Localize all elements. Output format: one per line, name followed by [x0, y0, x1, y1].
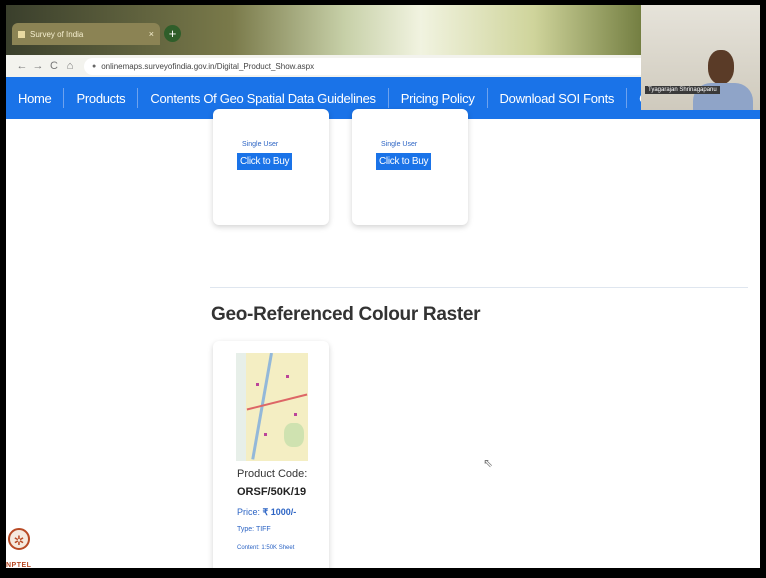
nav-guidelines[interactable]: Contents Of Geo Spatial Data Guidelines — [138, 91, 387, 106]
presenter-name-label: Tyagarajan Shrinagapanu — [645, 86, 720, 94]
tab-title: Survey of India — [30, 29, 84, 39]
screen-frame: Survey of India × + ← → C ⌂ ● onlinemaps… — [6, 5, 760, 568]
lock-icon: ● — [92, 62, 97, 70]
click-to-buy-button[interactable]: Click to Buy — [376, 153, 432, 170]
product-code-value: ORSF/50K/19 — [237, 486, 307, 498]
price-value: ₹ 1000/- — [262, 507, 297, 517]
url-text: onlinemaps.surveyofindia.gov.in/Digital_… — [101, 61, 315, 71]
tab-close-icon[interactable]: × — [149, 29, 154, 39]
forward-icon[interactable]: → — [30, 60, 46, 72]
product-content: Content: 1:50K Sheet — [237, 545, 295, 551]
page-content: Single User Click to Buy Single User Cli… — [6, 109, 760, 568]
new-tab-button[interactable]: + — [164, 25, 181, 42]
product-card: Single User Click to Buy — [352, 109, 468, 225]
section-divider — [210, 287, 748, 288]
nav-download-fonts[interactable]: Download SOI Fonts — [488, 91, 627, 106]
user-type: Single User — [381, 141, 418, 148]
favicon-icon — [18, 30, 25, 38]
webcam-overlay: Tyagarajan Shrinagapanu — [641, 5, 760, 110]
product-card: Product Code: ORSF/50K/19 Price: ₹ 1000/… — [213, 341, 329, 568]
nav-pricing-policy[interactable]: Pricing Policy — [389, 91, 487, 106]
nav-home[interactable]: Home — [6, 91, 63, 106]
mouse-cursor-icon: ⇖ — [483, 456, 494, 470]
user-type: Single User — [242, 141, 279, 148]
nptel-logo: ✲ NPTEL — [3, 528, 33, 573]
price: Price: ₹ 1000/- — [237, 507, 296, 518]
map-thumbnail[interactable] — [236, 353, 308, 461]
nav-products[interactable]: Products — [64, 91, 137, 106]
nptel-wheel-icon: ✲ — [8, 528, 30, 550]
section-title: Geo-Referenced Colour Raster — [211, 304, 481, 325]
price-label: Price: — [237, 507, 261, 517]
browser-tab[interactable]: Survey of India × — [12, 23, 160, 45]
click-to-buy-button[interactable]: Click to Buy — [237, 153, 293, 170]
home-icon[interactable]: ⌂ — [62, 60, 78, 72]
url-bar[interactable]: ● onlinemaps.surveyofindia.gov.in/Digita… — [84, 57, 664, 75]
product-type: Type: TIFF — [237, 526, 271, 533]
nptel-logo-text: NPTEL — [6, 562, 32, 569]
product-card: Single User Click to Buy — [213, 109, 329, 225]
back-icon[interactable]: ← — [14, 60, 30, 72]
reload-icon[interactable]: C — [46, 60, 62, 72]
presenter-head — [708, 50, 734, 84]
product-code-label: Product Code: — [237, 468, 308, 480]
